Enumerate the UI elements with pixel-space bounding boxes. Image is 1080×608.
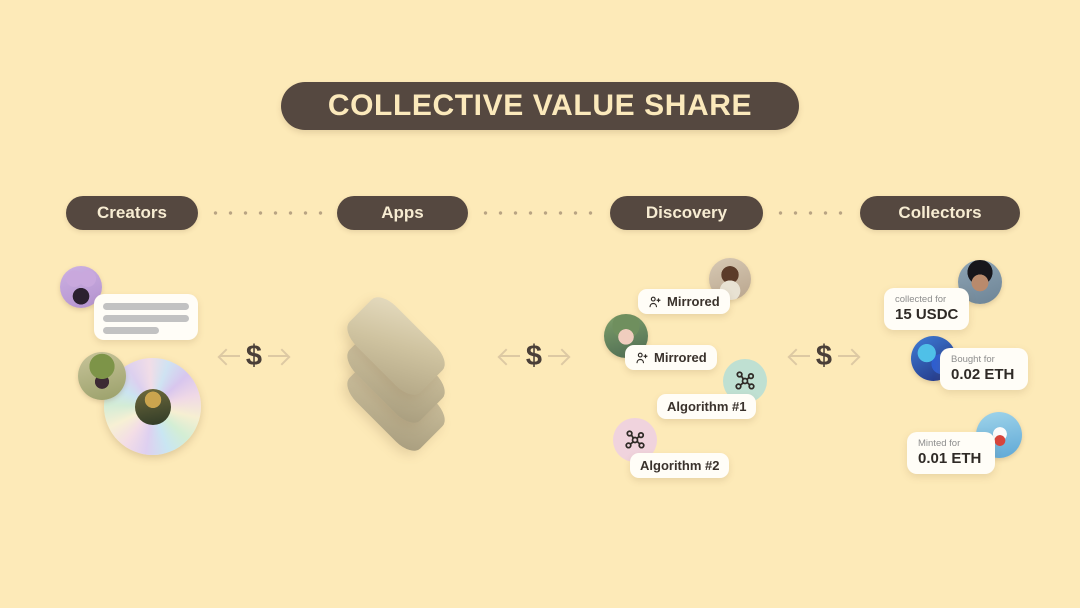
stage-pill-apps[interactable]: Apps	[337, 196, 468, 230]
dollar-sign-icon: $	[525, 339, 543, 372]
infographic-canvas: COLLECTIVE VALUE SHARE Creators Apps Dis…	[0, 0, 1080, 608]
price-value: 15 USDC	[895, 306, 959, 323]
connector-dots-creators-apps	[208, 210, 328, 216]
person-add-icon	[649, 296, 661, 307]
connector-dots-discovery-collectors	[773, 210, 851, 216]
dollar-sign-icon: $	[245, 339, 263, 372]
discovery-chip-algorithm-2[interactable]: Algorithm #2	[630, 453, 730, 478]
person-add-icon	[636, 352, 648, 363]
discovery-chip-mirrored-2[interactable]: Mirrored	[625, 345, 717, 370]
stage-pill-discovery[interactable]: Discovery	[610, 196, 763, 230]
arrow-left-icon	[218, 345, 242, 367]
value-flow-connector-3: $	[778, 336, 870, 376]
price-value: 0.02 ETH	[951, 366, 1015, 383]
chip-label: Algorithm #1	[667, 399, 747, 414]
price-caption: Bought for	[951, 354, 995, 365]
stage-label-collectors: Collectors	[898, 203, 982, 222]
placeholder-text-bar	[103, 303, 189, 310]
chip-label: Mirrored	[654, 350, 707, 365]
chip-label: Mirrored	[667, 294, 720, 309]
arrow-right-icon	[546, 345, 570, 367]
network-nodes-icon	[735, 371, 755, 390]
arrow-right-icon	[266, 345, 290, 367]
price-caption: Minted for	[918, 438, 961, 449]
stage-label-apps: Apps	[381, 203, 424, 222]
price-value: 0.01 ETH	[918, 450, 982, 467]
collector-card-usdc[interactable]: collected for 15 USDC	[884, 288, 969, 330]
value-flow-connector-1: $	[208, 336, 300, 376]
stage-label-discovery: Discovery	[645, 203, 728, 222]
dollar-sign-icon: $	[815, 339, 833, 372]
collector-card-eth-bought[interactable]: Bought for 0.02 ETH	[940, 348, 1028, 390]
discovery-chip-algorithm-1[interactable]: Algorithm #1	[657, 394, 757, 419]
chip-label: Algorithm #2	[640, 458, 720, 473]
page-title: COLLECTIVE VALUE SHARE	[327, 89, 753, 122]
page-title-banner: COLLECTIVE VALUE SHARE	[281, 82, 799, 130]
arrow-right-icon	[836, 345, 860, 367]
creator-avatar-2	[78, 352, 126, 400]
stage-pill-creators[interactable]: Creators	[66, 196, 198, 230]
creator-post-card	[94, 294, 198, 340]
apps-layer-stack	[330, 290, 472, 458]
placeholder-text-bar	[103, 327, 159, 334]
disc-center-label	[134, 388, 171, 425]
arrow-left-icon	[498, 345, 522, 367]
network-nodes-icon	[625, 430, 645, 449]
collector-card-eth-minted[interactable]: Minted for 0.01 ETH	[907, 432, 995, 474]
placeholder-text-bar	[103, 315, 189, 322]
stage-pill-collectors[interactable]: Collectors	[860, 196, 1020, 230]
connector-dots-apps-discovery	[478, 210, 600, 216]
stage-label-creators: Creators	[97, 203, 167, 222]
arrow-left-icon	[788, 345, 812, 367]
discovery-chip-mirrored-1[interactable]: Mirrored	[638, 289, 730, 314]
value-flow-connector-2: $	[488, 336, 580, 376]
price-caption: collected for	[895, 294, 947, 305]
